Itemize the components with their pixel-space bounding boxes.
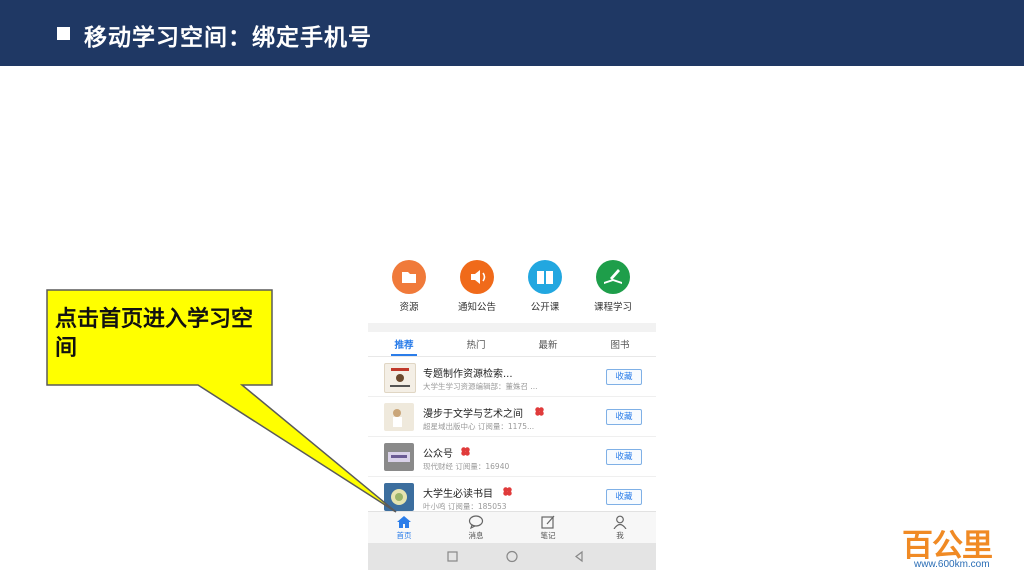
logo-url: www.600km.com <box>914 559 990 570</box>
callout-shape <box>46 289 397 513</box>
callout-text: 点击首页进入学习空间 <box>55 307 254 361</box>
brand-logo: 百公里 www.600km.com <box>890 520 1020 576</box>
